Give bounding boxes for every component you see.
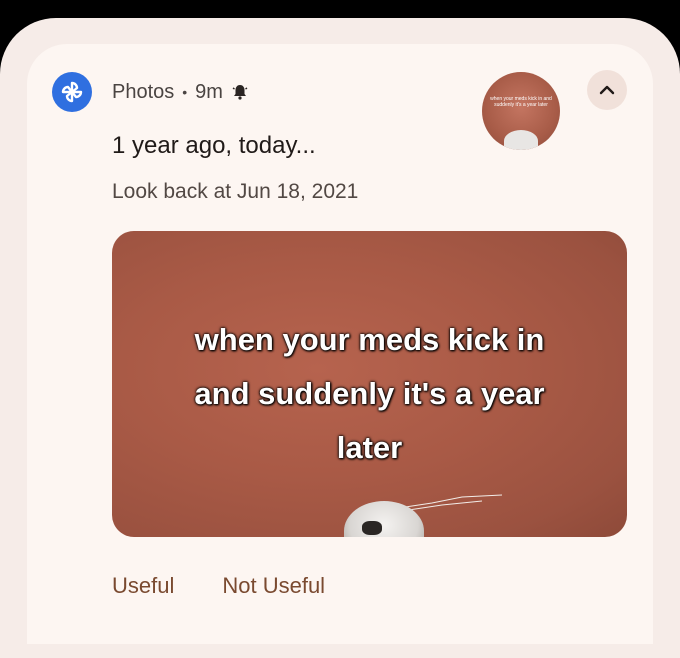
notification-subtitle: Look back at Jun 18, 2021: [112, 180, 359, 203]
photos-app-icon: [52, 72, 92, 112]
memory-image[interactable]: when your meds kick in and suddenly it's…: [112, 231, 627, 537]
notification-time: 9m: [195, 80, 223, 103]
photos-pinwheel-icon: [61, 81, 83, 103]
thumbnail-caption: when your meds kick in and suddenly it's…: [490, 96, 552, 108]
collapse-button[interactable]: [587, 70, 627, 110]
notification-thumbnail: when your meds kick in and suddenly it's…: [482, 72, 560, 150]
chevron-up-icon: [599, 85, 615, 95]
bell-icon: [231, 83, 249, 101]
useful-button[interactable]: Useful: [112, 573, 174, 599]
notification-actions: Useful Not Useful: [112, 573, 325, 599]
separator-dot: •: [182, 84, 188, 100]
caption-line-2: and suddenly it's a year: [194, 376, 545, 411]
caption-line-3: later: [336, 430, 403, 465]
app-name: Photos: [112, 80, 175, 103]
thumbnail-cat: [504, 130, 538, 150]
notification-title: 1 year ago, today...: [112, 132, 316, 159]
not-useful-button[interactable]: Not Useful: [222, 573, 325, 599]
caption-line-1: when your meds kick in: [194, 322, 545, 357]
cat-ear: [362, 521, 382, 535]
notification-header: Photos • 9m: [112, 80, 249, 104]
image-caption: when your meds kick in and suddenly it's…: [112, 313, 627, 475]
